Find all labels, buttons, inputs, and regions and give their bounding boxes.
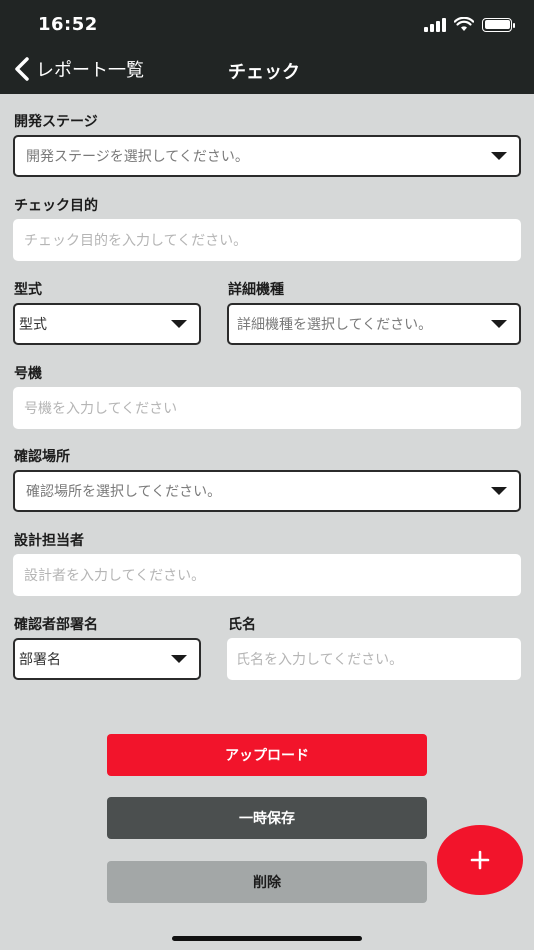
back-button[interactable]: レポート一覧 (14, 56, 144, 82)
purpose-label: チェック目的 (14, 198, 98, 214)
delete-button-label: 削除 (253, 875, 281, 891)
upload-button[interactable]: アップロード (107, 734, 427, 776)
caret-down-icon (491, 320, 507, 328)
battery-icon (482, 17, 515, 32)
detail-model-select[interactable]: 詳細機種を選択してください。 (227, 303, 521, 345)
page-title: チェック (228, 62, 300, 83)
purpose-input-placeholder: チェック目的を入力してください。 (24, 233, 248, 249)
add-fab-button[interactable] (437, 825, 523, 895)
app-header: 16:52 レポート一覧 チェック (0, 0, 534, 94)
name-label: 氏名 (228, 617, 256, 633)
caret-down-icon (491, 152, 507, 160)
signal-icon (424, 17, 446, 32)
model-select[interactable]: 型式 (13, 303, 201, 345)
status-time: 16:52 (38, 14, 98, 35)
stage-select[interactable]: 開発ステージを選択してください。 (13, 135, 521, 177)
wifi-icon (454, 17, 474, 31)
save-draft-button[interactable]: 一時保存 (107, 797, 427, 839)
caret-down-icon (171, 320, 187, 328)
confirmer-dept-label: 確認者部署名 (14, 617, 98, 633)
model-label: 型式 (14, 282, 42, 298)
detail-model-select-value: 詳細機種を選択してください。 (237, 317, 433, 333)
save-draft-button-label: 一時保存 (239, 811, 295, 827)
chevron-left-icon (15, 57, 29, 81)
plus-icon (470, 850, 490, 870)
designer-label: 設計担当者 (14, 533, 84, 549)
designer-input[interactable]: 設計者を入力してください。 (13, 554, 521, 596)
name-input[interactable]: 氏名を入力してください。 (227, 638, 521, 680)
location-label: 確認場所 (14, 449, 70, 465)
stage-select-value: 開発ステージを選択してください。 (26, 149, 249, 165)
unit-no-input-placeholder: 号機を入力してください (24, 401, 178, 417)
confirmer-dept-select-value: 部署名 (19, 652, 61, 668)
caret-down-icon (171, 655, 187, 663)
unit-no-label: 号機 (14, 366, 42, 382)
home-indicator (172, 936, 362, 941)
delete-button[interactable]: 削除 (107, 861, 427, 903)
location-select[interactable]: 確認場所を選択してください。 (13, 470, 521, 512)
upload-button-label: アップロード (225, 748, 309, 764)
stage-label: 開発ステージ (14, 114, 98, 130)
confirmer-dept-select[interactable]: 部署名 (13, 638, 201, 680)
back-button-label: レポート一覧 (36, 60, 144, 81)
designer-input-placeholder: 設計者を入力してください。 (24, 568, 206, 584)
model-select-value: 型式 (19, 317, 47, 333)
unit-no-input[interactable]: 号機を入力してください (13, 387, 521, 429)
caret-down-icon (491, 487, 507, 495)
location-select-value: 確認場所を選択してください。 (26, 484, 222, 500)
status-indicators (424, 17, 515, 32)
name-input-placeholder: 氏名を入力してください。 (236, 652, 404, 668)
purpose-input[interactable]: チェック目的を入力してください。 (13, 219, 521, 261)
detail-model-label: 詳細機種 (228, 282, 284, 298)
